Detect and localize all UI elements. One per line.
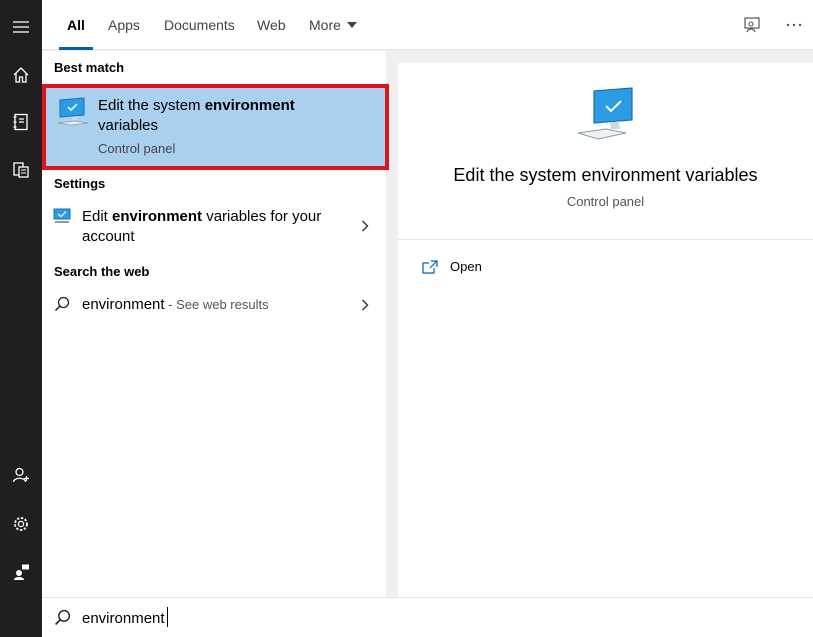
best-match-subtitle: Control panel bbox=[98, 141, 176, 156]
left-rail bbox=[0, 0, 42, 637]
chevron-down-icon bbox=[346, 22, 357, 28]
tab-label: More bbox=[309, 17, 341, 33]
chevron-right-icon[interactable] bbox=[360, 298, 370, 312]
hamburger-menu-icon[interactable] bbox=[0, 12, 42, 42]
preview-panel: Edit the system environment variables Co… bbox=[398, 63, 813, 597]
home-icon[interactable] bbox=[0, 60, 42, 90]
chevron-right-icon[interactable] bbox=[360, 219, 370, 233]
open-icon bbox=[422, 259, 438, 274]
best-match-result[interactable]: Edit the system environment variables Con… bbox=[42, 84, 389, 170]
results-list: Best match Edit the system environment va… bbox=[42, 51, 389, 597]
title-bold-text: environment bbox=[204, 97, 295, 114]
preview-subtitle: Control panel bbox=[566, 194, 645, 209]
documents-icon[interactable] bbox=[0, 155, 42, 185]
tab-web[interactable]: Web bbox=[257, 0, 286, 50]
preview-title: Edit the system environment variables bbox=[453, 165, 758, 185]
label-text: Edit bbox=[82, 208, 113, 225]
monitor-icon bbox=[576, 87, 636, 148]
label-bold-text: environment bbox=[112, 208, 203, 225]
settings-result-label: Edit environment variables for your accou… bbox=[82, 207, 321, 247]
title-text: Edit the system bbox=[98, 97, 205, 114]
open-label: Open bbox=[450, 259, 482, 274]
divider bbox=[398, 239, 813, 240]
feedback-person-icon[interactable] bbox=[0, 557, 42, 587]
search-icon bbox=[54, 296, 70, 317]
monitor-icon bbox=[56, 96, 90, 135]
search-input[interactable] bbox=[82, 606, 782, 630]
label-text-line2: account bbox=[82, 228, 135, 245]
tab-label: Web bbox=[257, 17, 286, 33]
notebook-icon[interactable] bbox=[0, 107, 42, 137]
settings-result[interactable]: Edit environment variables for your accou… bbox=[42, 199, 386, 253]
label-text: variables for your bbox=[202, 208, 322, 225]
tab-more[interactable]: More bbox=[309, 0, 357, 50]
tab-apps[interactable]: Apps bbox=[108, 0, 140, 50]
best-match-title: Edit the system environment variables bbox=[98, 96, 358, 136]
more-options-icon[interactable] bbox=[783, 14, 805, 36]
add-person-icon[interactable] bbox=[0, 460, 42, 490]
feedback-icon[interactable] bbox=[741, 14, 763, 36]
monitor-icon bbox=[53, 208, 71, 229]
tab-label: Apps bbox=[108, 17, 140, 33]
section-header-search-web: Search the web bbox=[54, 264, 150, 279]
title-text-line2: variables bbox=[98, 117, 159, 134]
settings-gear-icon[interactable] bbox=[0, 509, 42, 539]
text-caret bbox=[167, 607, 168, 627]
web-search-label: environment - See web results bbox=[82, 295, 269, 315]
section-header-best-match: Best match bbox=[54, 60, 125, 75]
section-header-settings: Settings bbox=[54, 176, 106, 191]
search-bar bbox=[42, 597, 813, 637]
search-icon bbox=[54, 609, 71, 631]
open-action[interactable]: Open bbox=[422, 259, 482, 274]
tab-documents[interactable]: Documents bbox=[164, 0, 235, 50]
tab-all[interactable]: All bbox=[59, 0, 93, 50]
tab-label: Documents bbox=[164, 17, 235, 33]
see-web-results-text: - See web results bbox=[164, 297, 269, 312]
filter-tab-bar: All Apps Documents Web More bbox=[42, 0, 813, 50]
web-search-result[interactable]: environment - See web results bbox=[42, 287, 386, 323]
query-text: environment bbox=[82, 296, 165, 313]
tab-label: All bbox=[67, 17, 85, 33]
